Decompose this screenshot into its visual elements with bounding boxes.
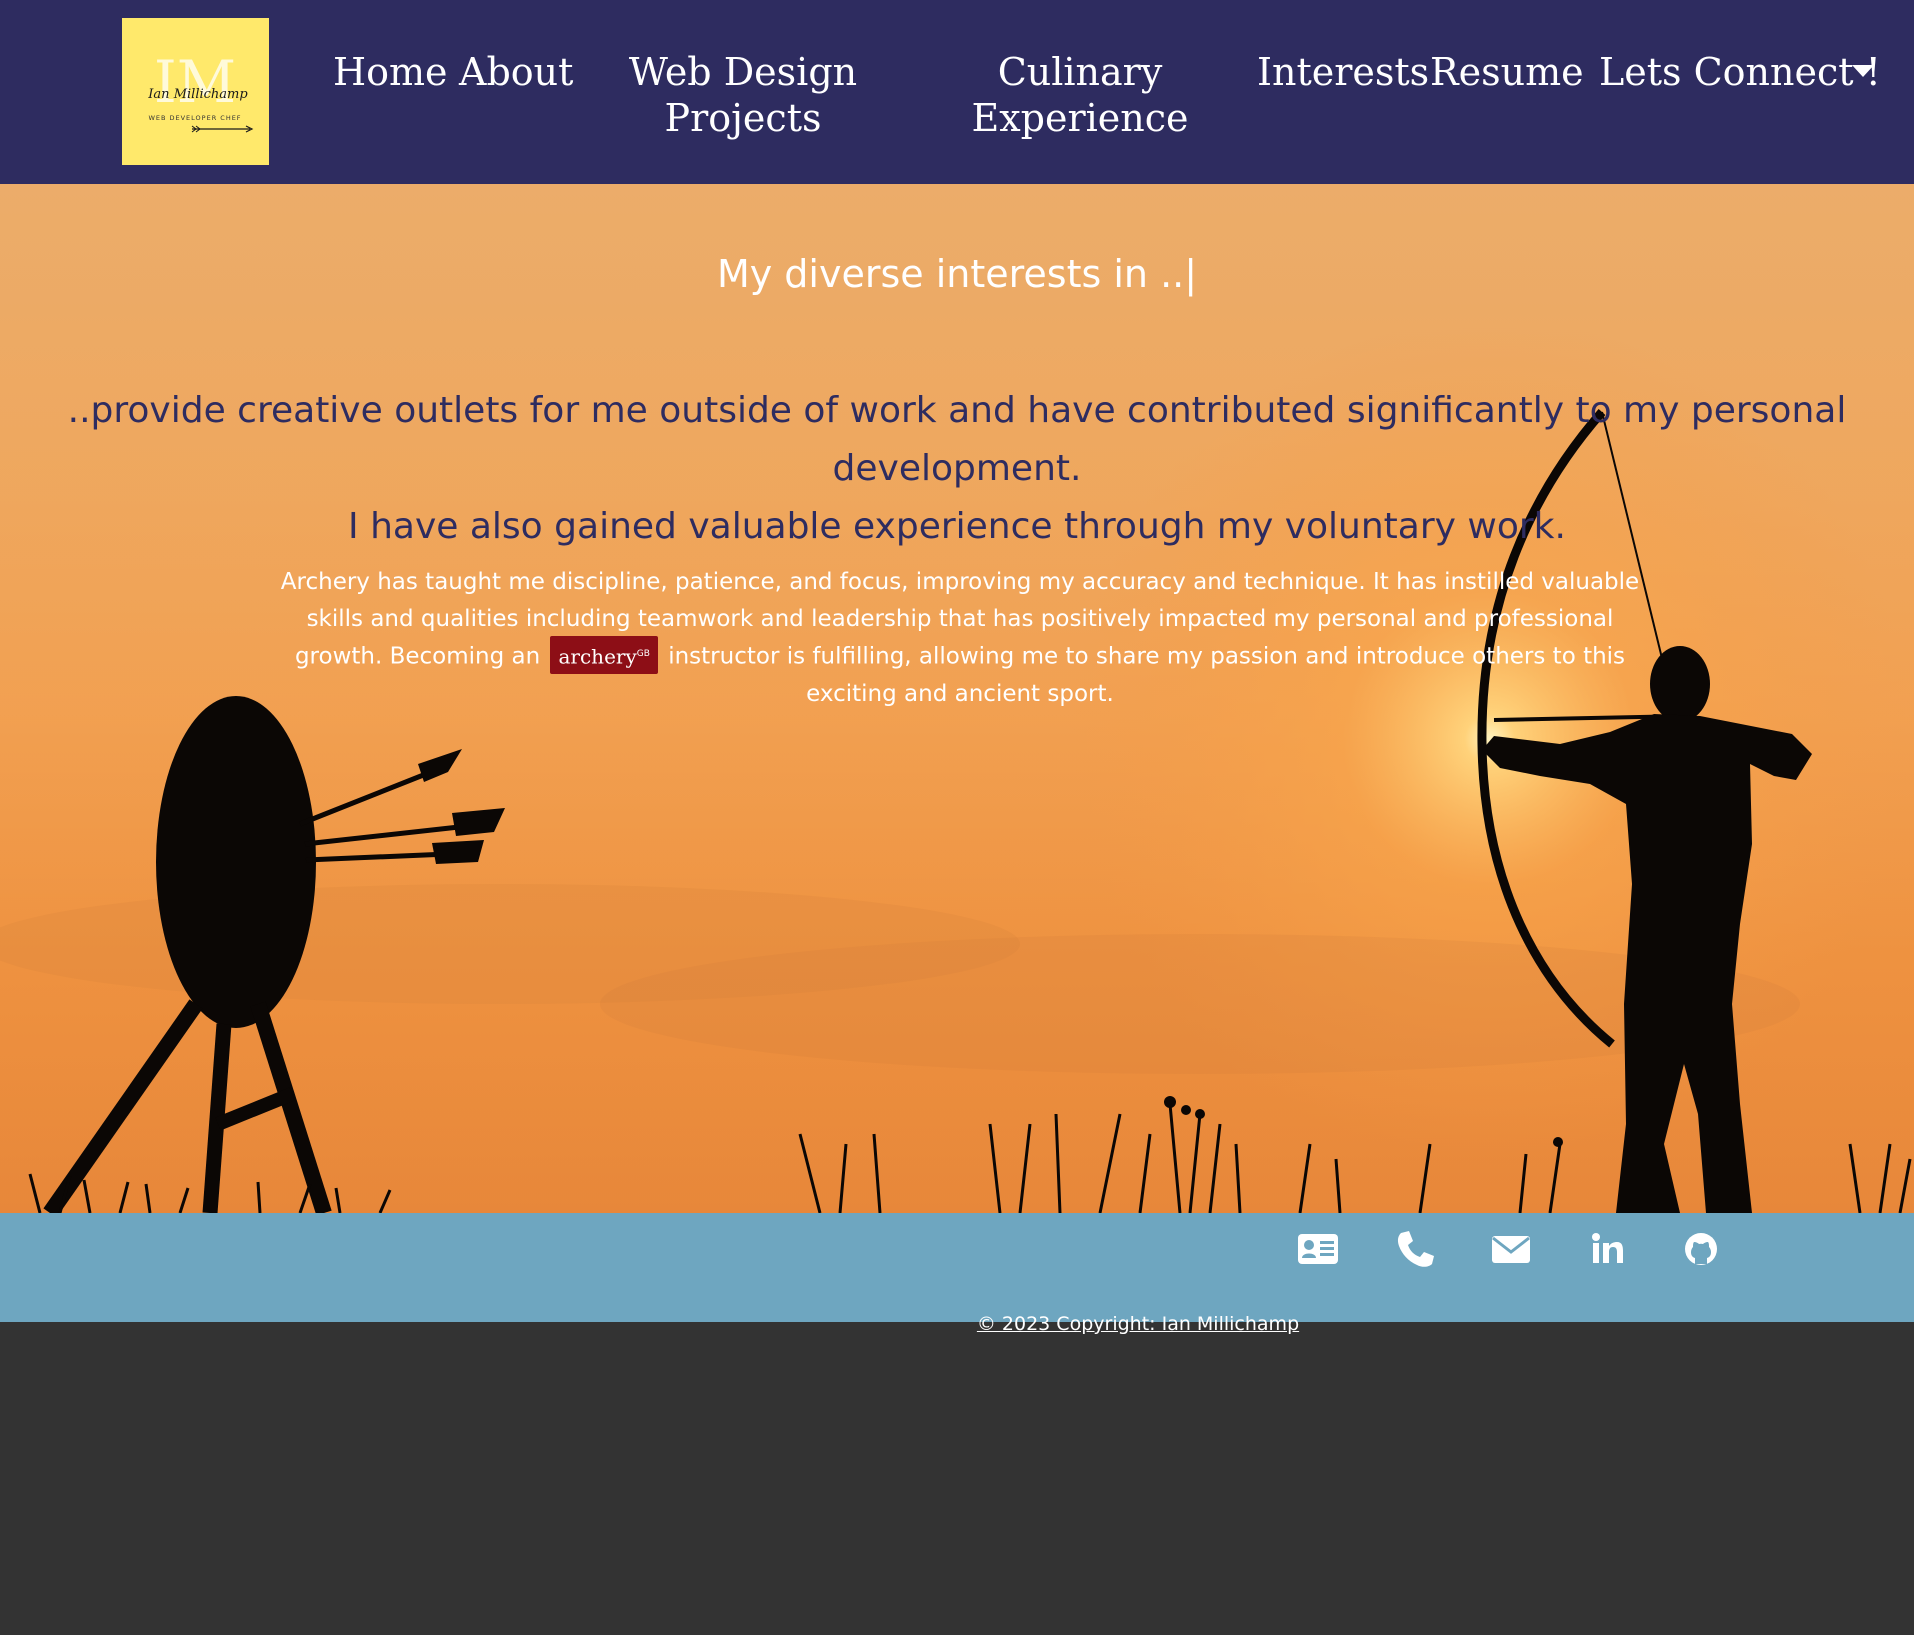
archery-gb-logo-suffix: GB <box>636 649 650 659</box>
archery-description-part-2: instructor is fulfilling, allowing me to… <box>668 643 1626 708</box>
footer <box>0 1213 1914 1322</box>
nav-about[interactable]: About <box>459 49 573 95</box>
contact-card-icon[interactable] <box>1296 1227 1340 1271</box>
interests-hero: My diverse interests in ..| ..provide cr… <box>0 184 1914 1213</box>
github-icon[interactable] <box>1679 1227 1723 1271</box>
logo[interactable]: IM Ian Millichamp WEB DEVELOPER CHEF <box>122 18 269 165</box>
linkedin-icon[interactable] <box>1585 1227 1629 1271</box>
hero-lead-line-2: I have also gained valuable experience t… <box>348 506 1566 547</box>
nav-home[interactable]: Home <box>333 49 448 95</box>
archery-gb-logo: archeryGB <box>550 636 659 674</box>
logo-mark: IM Ian Millichamp WEB DEVELOPER CHEF <box>147 48 254 133</box>
logo-signature: Ian Millichamp <box>147 87 248 102</box>
archery-gb-logo-text: archery <box>558 644 637 669</box>
nav-interests[interactable]: Interests <box>1257 49 1429 95</box>
nav-web-design-projects[interactable]: Web Design Projects <box>620 49 866 141</box>
hero-lead-text: ..provide creative outlets for me outsid… <box>0 382 1914 556</box>
logo-monogram: IM <box>154 48 236 116</box>
phone-icon[interactable] <box>1393 1227 1437 1271</box>
page-heading: My diverse interests in ..| <box>716 252 1198 296</box>
archery-description: Archery has taught me discipline, patien… <box>278 564 1642 713</box>
nav-resume[interactable]: Resume <box>1430 49 1584 95</box>
logo-tagline: WEB DEVELOPER CHEF <box>148 114 241 122</box>
hero-lead-line-1: ..provide creative outlets for me outsid… <box>67 390 1847 489</box>
caret-down-icon[interactable] <box>1852 65 1874 77</box>
copyright-link[interactable]: © 2023 Copyright: Ian Millichamp <box>0 1310 1914 1338</box>
nav-lets-connect-dropdown[interactable]: Lets Connect ! <box>1599 49 1881 95</box>
navbar: IM Ian Millichamp WEB DEVELOPER CHEF Hom… <box>0 0 1914 184</box>
nav-culinary-experience[interactable]: Culinary Experience <box>960 49 1200 141</box>
envelope-icon[interactable] <box>1489 1227 1533 1271</box>
